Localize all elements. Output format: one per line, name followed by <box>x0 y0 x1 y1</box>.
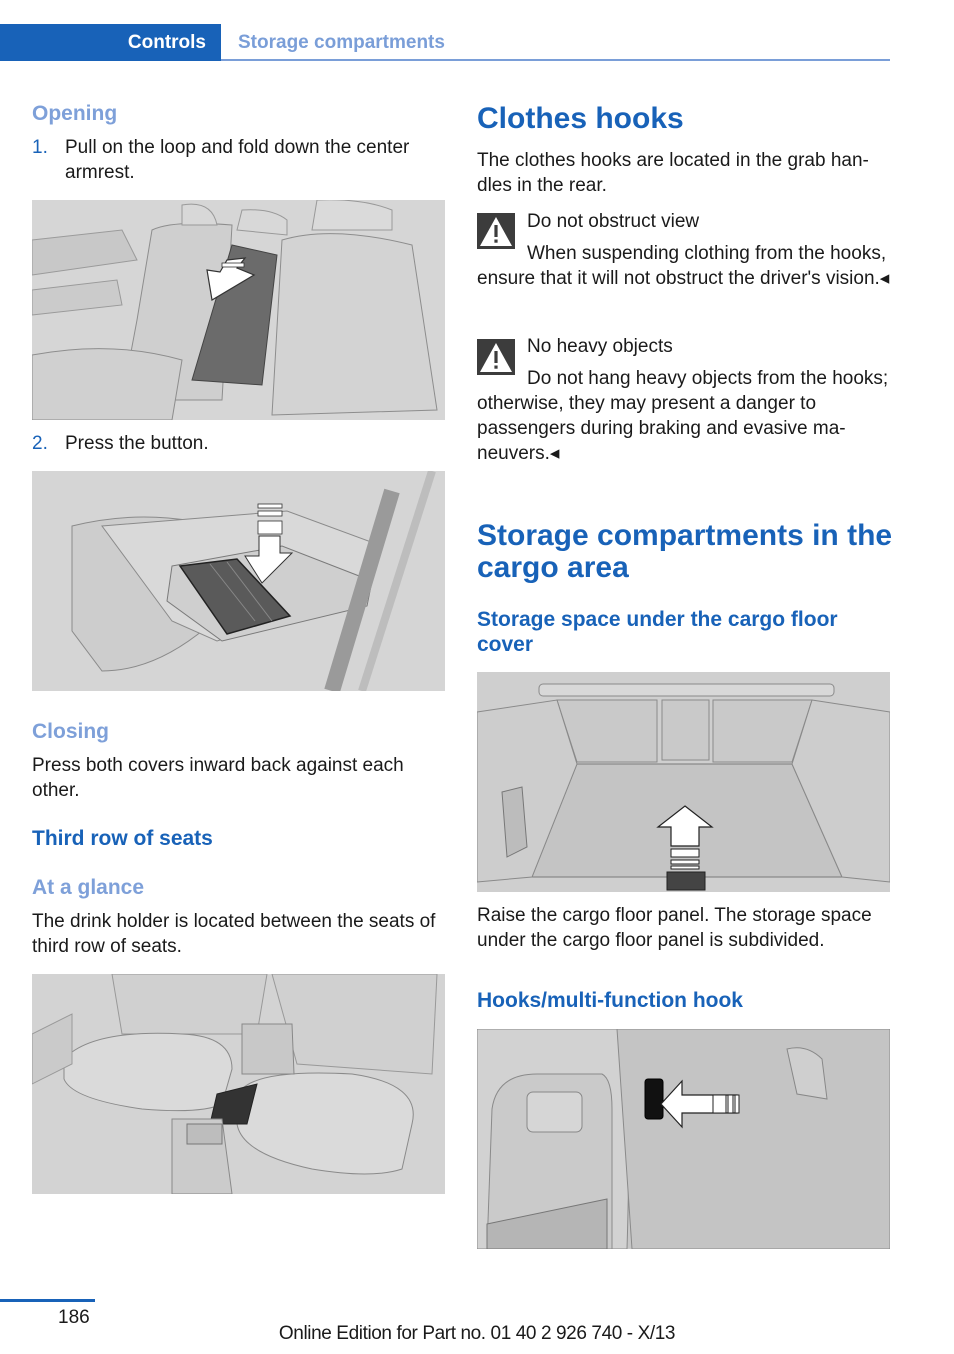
figure-drink-holder <box>32 974 445 1194</box>
chapter-tab[interactable]: Controls <box>0 24 221 61</box>
edition-text: Online Edition for Part no. 01 40 2 926 … <box>278 1323 676 1344</box>
figure-multi-function-hook <box>477 1029 890 1249</box>
step-number: 1. <box>32 137 48 158</box>
clothes-hooks-intro: The clothes hooks are located in the gra… <box>477 150 869 196</box>
at-a-glance-heading: At a glance <box>32 876 145 899</box>
warning-1-text: When suspending clothing from the hooks,… <box>477 243 890 289</box>
footer-accent-line <box>0 1299 95 1302</box>
warning-2-text: Do not hang heavy objects from the hooks… <box>477 368 889 464</box>
cargo-floor-text: Raise the cargo floor panel. The storage… <box>477 905 872 951</box>
opening-heading: Opening <box>32 102 118 125</box>
step-1: 1. Pull on the loop and fold down the ce… <box>32 135 445 185</box>
header-divider <box>221 59 890 61</box>
cargo-floor-heading: Storage space under the cargo floor cove… <box>477 608 838 656</box>
clothes-hooks-heading: Clothes hooks <box>477 102 684 135</box>
figure-armrest-button <box>32 471 445 691</box>
step-number: 2. <box>32 433 48 454</box>
hooks-heading: Hooks/multi-function hook <box>477 989 743 1012</box>
step-text: Pull on the loop and fold down the cente… <box>65 137 410 183</box>
warning-2-title: No heavy objects <box>527 336 673 357</box>
figure-armrest-fold <box>32 200 445 420</box>
closing-text: Press both covers inward back against ea… <box>32 755 404 801</box>
warning-1-title: Do not obstruct view <box>527 211 700 232</box>
edition-info: Online Edition for Part no. 01 40 2 926 … <box>0 1323 954 1345</box>
section-title[interactable]: Storage compartments <box>238 24 445 61</box>
step-text: Press the button. <box>65 433 209 454</box>
figure-cargo-floor <box>477 672 890 892</box>
closing-heading: Closing <box>32 720 109 743</box>
third-row-heading: Third row of seats <box>32 827 213 850</box>
cargo-heading: Storage compartments in the cargo area <box>477 519 893 584</box>
step-2: 2. Press the button. <box>32 431 445 456</box>
third-row-text: The drink holder is located between the … <box>32 911 436 957</box>
